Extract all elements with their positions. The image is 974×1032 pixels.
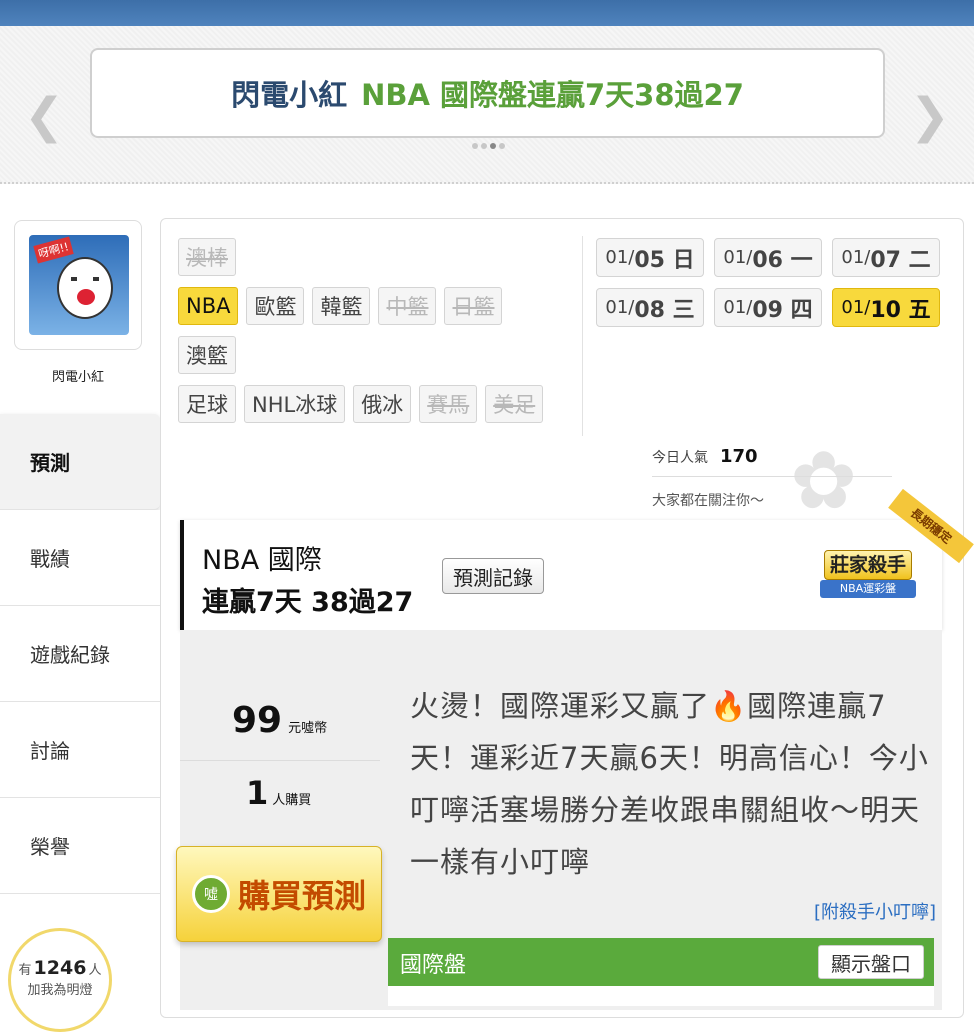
decorative-watermark-icon: ✿ [790,434,858,527]
carousel-dot[interactable] [472,143,478,149]
fans-prefix: 有 [18,963,32,978]
avatar-card[interactable]: 呀啊!! [14,220,142,350]
badge-title: 莊家殺手 [824,550,912,580]
date-month: 01/ [723,247,753,268]
nav-item-record[interactable]: 戰績 [0,510,160,606]
market-title: 國際盤 [400,953,467,978]
tag-china-basketball: 中籃 [378,287,437,325]
popularity: 今日人氣 170 [652,446,758,467]
popularity-label: 今日人氣 [652,450,708,466]
chevron-right-icon[interactable]: ❯ [910,88,950,144]
date-month: 01/ [841,297,871,318]
side-nav: 預測 戰績 遊戲紀錄 討論 榮譽 [0,414,160,894]
tag-aus-baseball: 澳棒 [178,238,236,276]
date-month: 01/ [605,297,635,318]
tag-nhl[interactable]: NHL冰球 [244,385,346,423]
prediction-record-button[interactable]: 預測記錄 [442,558,544,594]
date-day: 10 五 [870,297,931,323]
nav-item-discussion[interactable]: 討論 [0,702,160,798]
date-button-active[interactable]: 01/10 五 [832,288,940,327]
date-month: 01/ [723,297,753,318]
buyers-count: 1 [246,774,269,812]
price-value: 99 [232,700,283,741]
tag-row: 澳籃 [178,336,582,374]
tag-american-football: 美足 [485,385,544,423]
buy-label: 購買預測 [237,877,366,915]
buy-prediction-button[interactable]: 噓 購買預測 [176,846,382,942]
date-day: 07 二 [870,247,931,273]
record-streak: 連贏7天 38過27 [202,587,414,618]
date-picker: 01/05 日 01/06 一 01/07 二 01/08 三 01/09 四 … [596,238,942,327]
prediction-description: 火燙！國際運彩又贏了🔥國際連贏7天！運彩近7天贏6天！明高信心！今小叮嚀活塞場勝… [410,689,929,879]
attachment-link[interactable]: [附殺手小叮嚀] [814,898,936,924]
buyers: 1 人購買 [246,774,311,812]
date-month: 01/ [605,247,635,268]
headline-banner: ❮ 閃電小紅 NBA 國際盤連贏7天38過27 ❯ [0,26,974,184]
avatar-face [57,257,113,319]
market-header: 國際盤 顯示盤口 [388,938,934,986]
fans-count: 1246 [33,957,87,979]
price-unit: 元噓幣 [288,721,328,736]
divider [652,476,892,477]
user-name: 閃電小紅 [51,370,104,385]
avatar-sign-text: 呀啊!! [33,236,74,264]
divider [180,760,380,761]
date-day: 08 三 [634,297,695,323]
tag-aus-basketball[interactable]: 澳籃 [178,336,236,374]
fans-sub: 加我為明燈 [27,983,93,998]
price: 99 元噓幣 [232,700,327,741]
popularity-value: 170 [720,446,758,467]
headline-user: 閃電小紅 [231,78,348,112]
carousel-dot-active[interactable] [490,143,496,149]
badge-subtitle: NBA運彩盤 [820,580,916,598]
tag-japan-basketball: 日籃 [444,287,503,325]
divider [582,236,583,436]
date-button[interactable]: 01/08 三 [596,288,704,327]
avatar-eye [93,277,99,281]
coin-icon: 噓 [191,875,230,913]
carousel-dots [472,143,505,149]
date-month: 01/ [841,247,871,268]
carousel-dot[interactable] [481,143,487,149]
tag-russia-hockey[interactable]: 俄冰 [353,385,412,423]
top-bar [0,0,974,26]
nav-item-game-log[interactable]: 遊戲紀錄 [0,606,160,702]
date-day: 05 日 [634,247,695,273]
record-summary: NBA 國際 連贏7天 38過27 預測記錄 莊家殺手 NBA運彩盤 長期穩定 [180,488,974,630]
chevron-left-icon[interactable]: ❮ [24,88,64,144]
date-day: 09 四 [752,297,813,323]
tag-nba[interactable]: NBA [178,287,239,325]
tag-row: 澳棒 [178,238,582,276]
carousel-dot[interactable] [499,143,505,149]
date-day: 06 一 [752,247,813,273]
headline-box[interactable]: 閃電小紅 NBA 國際盤連贏7天38過27 [90,48,885,138]
avatar-eye [71,277,77,281]
popularity-sub: 大家都在關注你～ [652,493,764,509]
fans-count-line: 有 1246 人 [19,957,102,979]
tag-row: 足球 NHL冰球 俄冰 賽馬 美足 [178,385,582,423]
tag-row: NBA 歐籃 韓籃 中籃 日籃 [178,287,582,325]
avatar-mouth [77,289,95,305]
record-title: NBA 國際 [202,545,322,576]
tag-euro-basketball[interactable]: 歐籃 [246,287,305,325]
fans-suffix: 人 [88,963,102,978]
date-button[interactable]: 01/05 日 [596,238,704,277]
date-button[interactable]: 01/09 四 [714,288,822,327]
date-button[interactable]: 01/06 一 [714,238,822,277]
banker-killer-badge: 莊家殺手 NBA運彩盤 [812,550,924,606]
show-odds-button[interactable]: 顯示盤口 [818,945,924,979]
sport-tags: 澳棒 NBA 歐籃 韓籃 中籃 日籃 澳籃 足球 NHL冰球 俄冰 賽馬 美足 [178,238,582,434]
tag-korea-basketball[interactable]: 韓籃 [312,287,371,325]
nav-item-predictions[interactable]: 預測 [0,414,160,510]
fans-counter[interactable]: 有 1246 人 加我為明燈 [8,928,112,1032]
market-body [388,986,934,1006]
tag-horse-racing: 賽馬 [419,385,478,423]
buyers-unit: 人購買 [272,793,312,808]
avatar: 呀啊!! [29,235,129,335]
headline-text: NBA 國際盤連贏7天38過27 [361,78,744,112]
tag-soccer[interactable]: 足球 [178,385,236,423]
nav-item-honors[interactable]: 榮譽 [0,798,160,894]
date-button[interactable]: 01/07 二 [832,238,940,277]
